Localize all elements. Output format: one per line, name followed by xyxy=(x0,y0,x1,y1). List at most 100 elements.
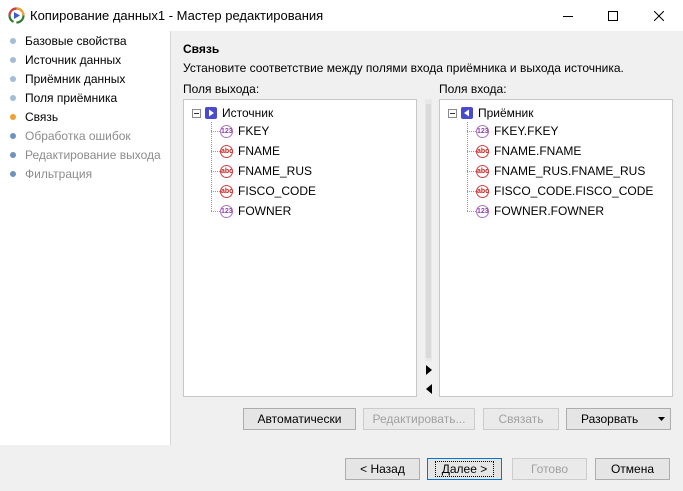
scroll-left-button[interactable] xyxy=(423,381,435,397)
step-pending-dot-icon xyxy=(10,171,16,177)
numeric-type-icon: 123 xyxy=(476,124,489,138)
back-button[interactable]: < Назад xyxy=(345,458,420,480)
receiver-icon xyxy=(461,107,473,119)
collapse-icon[interactable] xyxy=(448,108,457,118)
field-name: FOWNER.FOWNER xyxy=(494,204,604,218)
unlink-button-label: Разорвать xyxy=(581,412,639,426)
unlink-split-button[interactable]: Разорвать xyxy=(566,408,671,430)
string-type-icon: abc xyxy=(220,164,233,178)
field-name: FNAME.FNAME xyxy=(494,144,582,158)
step-pending-dot-icon xyxy=(10,133,16,139)
field-name: FOWNER xyxy=(238,204,292,218)
string-type-icon: abc xyxy=(220,184,233,198)
step-done-dot-icon xyxy=(10,57,16,63)
window-title: Копирование данных1 - Мастер редактирова… xyxy=(30,8,324,23)
link-button[interactable]: Связать xyxy=(483,408,559,430)
step-error-handling[interactable]: Обработка ошибок xyxy=(10,127,131,145)
field-name: FISCO_CODE xyxy=(238,184,317,198)
numeric-type-icon: 123 xyxy=(220,204,233,218)
field-name: FNAME xyxy=(238,144,280,158)
collapse-icon[interactable] xyxy=(192,108,201,118)
scroll-right-button[interactable] xyxy=(423,362,435,378)
input-field-row[interactable]: abc FNAME_RUS.FNAME_RUS xyxy=(467,162,645,180)
tree-connector xyxy=(467,190,476,192)
input-field-row[interactable]: abc FNAME.FNAME xyxy=(467,142,581,160)
input-fields-caption: Поля входа: xyxy=(439,82,507,96)
report-wizard-icon xyxy=(8,7,25,24)
step-link[interactable]: Связь xyxy=(10,108,58,126)
output-field-row[interactable]: abc FNAME xyxy=(211,142,280,160)
field-name: FKEY.FKEY xyxy=(494,124,559,138)
step-data-receiver[interactable]: Приёмник данных xyxy=(10,70,125,88)
tree-root-label: Источник xyxy=(222,106,274,120)
tree-connector xyxy=(211,210,220,212)
input-field-row[interactable]: abc FISCO_CODE.FISCO_CODE xyxy=(467,182,653,200)
page-description: Установите соответствие между полями вхо… xyxy=(183,61,624,75)
field-name: FNAME_RUS xyxy=(238,164,313,178)
close-icon xyxy=(654,10,664,21)
auto-map-button[interactable]: Автоматически xyxy=(243,408,356,430)
input-field-row[interactable]: 123 FKEY.FKEY xyxy=(467,122,558,140)
tree-root-receiver[interactable]: Приёмник xyxy=(448,105,534,121)
step-pending-dot-icon xyxy=(10,152,16,158)
chevron-down-icon[interactable] xyxy=(652,409,670,429)
cancel-button[interactable]: Отмена xyxy=(595,458,670,480)
step-data-source[interactable]: Источник данных xyxy=(10,51,121,69)
output-field-row[interactable]: 123 FKEY xyxy=(211,122,269,140)
minimize-icon xyxy=(563,15,573,17)
string-type-icon: abc xyxy=(476,184,489,198)
output-fields-tree[interactable]: Источник 123 FKEY abc FNAME abc FNAME_RU… xyxy=(183,99,417,397)
tree-connector xyxy=(211,190,220,192)
title-bar[interactable]: Копирование данных1 - Мастер редактирова… xyxy=(0,0,683,31)
step-filtering[interactable]: Фильтрация xyxy=(10,165,92,183)
output-fields-caption: Поля выхода: xyxy=(183,82,260,96)
maximize-icon xyxy=(608,10,618,21)
step-label: Базовые свойства xyxy=(25,34,127,48)
tree-connector xyxy=(211,170,220,172)
wizard-steps-sidebar: Базовые свойства Источник данных Приёмни… xyxy=(0,31,171,445)
step-done-dot-icon xyxy=(10,76,16,82)
step-label: Источник данных xyxy=(25,53,122,67)
finish-button[interactable]: Готово xyxy=(512,458,587,480)
step-label: Поля приёмника xyxy=(25,91,118,105)
field-name: FNAME_RUS.FNAME_RUS xyxy=(494,164,646,178)
step-basic-properties[interactable]: Базовые свойства xyxy=(10,32,127,50)
input-fields-tree[interactable]: Приёмник 123 FKEY.FKEY abc FNAME.FNAME a… xyxy=(439,99,673,397)
string-type-icon: abc xyxy=(476,144,489,158)
step-label: Приёмник данных xyxy=(25,72,126,86)
output-field-row[interactable]: abc FNAME_RUS xyxy=(211,162,312,180)
output-field-row[interactable]: 123 FOWNER xyxy=(211,202,291,220)
source-icon xyxy=(205,107,217,119)
tree-root-source[interactable]: Источник xyxy=(192,105,273,121)
step-receiver-fields[interactable]: Поля приёмника xyxy=(10,89,117,107)
next-button[interactable]: Далее > xyxy=(427,458,502,480)
minimize-button[interactable] xyxy=(545,0,591,31)
tree-connector xyxy=(467,150,476,152)
step-label: Редактирование выхода xyxy=(25,148,161,162)
step-output-editing[interactable]: Редактирование выхода xyxy=(10,146,161,164)
tree-connector xyxy=(467,170,476,172)
field-name: FKEY xyxy=(238,124,270,138)
input-field-row[interactable]: 123 FOWNER.FOWNER xyxy=(467,202,604,220)
arrow-right-icon xyxy=(426,365,432,375)
tree-connector xyxy=(467,130,476,132)
tree-connector xyxy=(211,150,220,152)
link-scrollbar-thumb[interactable] xyxy=(426,104,431,358)
close-button[interactable] xyxy=(636,0,682,31)
tree-connector xyxy=(467,210,476,212)
tree-connector xyxy=(211,130,220,132)
field-name: FISCO_CODE.FISCO_CODE xyxy=(494,184,654,198)
step-done-dot-icon xyxy=(10,38,16,44)
edit-link-button[interactable]: Редактировать... xyxy=(363,408,475,430)
output-field-row[interactable]: abc FISCO_CODE xyxy=(211,182,316,200)
arrow-left-icon xyxy=(426,384,432,394)
string-type-icon: abc xyxy=(476,164,489,178)
maximize-button[interactable] xyxy=(590,0,636,31)
step-label: Обработка ошибок xyxy=(25,129,131,143)
step-done-dot-icon xyxy=(10,95,16,101)
string-type-icon: abc xyxy=(220,144,233,158)
step-label: Фильтрация xyxy=(25,167,93,181)
next-button-label: Далее > xyxy=(434,461,495,477)
numeric-type-icon: 123 xyxy=(476,204,489,218)
page-title: Связь xyxy=(183,42,220,56)
